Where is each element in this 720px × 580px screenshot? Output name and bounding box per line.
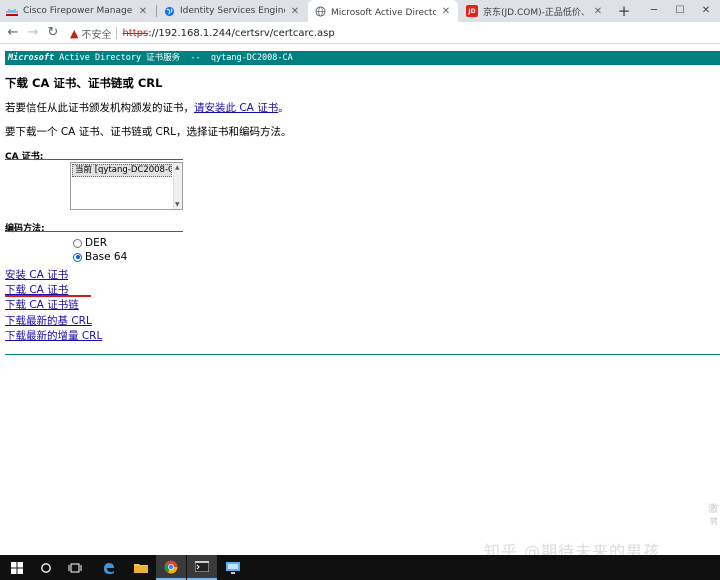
minimize-icon[interactable]: ─: [640, 0, 668, 22]
maximize-icon[interactable]: ☐: [666, 0, 694, 22]
trust-paragraph: 若要信任从此证书颁发机构颁发的证书，请安装此 CA 证书。: [5, 100, 289, 115]
address-bar[interactable]: ▲ 不安全 https ://192.168.1.244/certsrv/cer…: [70, 24, 715, 42]
address-divider: [116, 27, 118, 39]
install-ca-cert-link[interactable]: 请安装此 CA 证书: [194, 102, 278, 114]
close-icon[interactable]: ✕: [440, 6, 452, 17]
tab-jd[interactable]: JD 京东(JD.COM)-正品低价、品质 ✕: [460, 0, 610, 22]
encoding-label: 编码方法:: [5, 224, 45, 234]
globe-icon: [163, 5, 175, 17]
close-icon[interactable]: ✕: [592, 6, 604, 17]
close-icon[interactable]: ✕: [289, 6, 301, 17]
download-ca-chain-link[interactable]: 下载 CA 证书链: [5, 297, 79, 312]
ca-cert-listbox[interactable]: 当前 [qytang-DC2008-CA] ▲ ▼: [70, 162, 183, 210]
new-tab-button[interactable]: +: [614, 1, 634, 21]
globe-icon: [314, 5, 326, 17]
edge-browser-icon[interactable]: [94, 555, 124, 580]
section-divider: [5, 159, 183, 160]
instructions-text: 要下载一个 CA 证书、证书链或 CRL，选择证书和编码方法。: [5, 126, 292, 138]
footer-divider: [5, 354, 720, 355]
radio-button[interactable]: [73, 238, 82, 248]
window-close-icon[interactable]: ✕: [692, 0, 720, 22]
url-path: ://192.168.1.244/certsrv/certcarc.asp: [148, 27, 335, 39]
chrome-icon[interactable]: [156, 555, 186, 580]
windows-start-icon[interactable]: [2, 555, 32, 580]
page-title: 下载 CA 证书、证书链或 CRL: [5, 76, 163, 90]
download-delta-crl-link[interactable]: 下载最新的增量 CRL: [5, 328, 102, 343]
tab-cisco-firepower[interactable]: Cisco Firepower Management ✕: [0, 0, 155, 22]
tab-title: Identity Services Engine: [180, 6, 285, 16]
edge-watermark: 激: [708, 504, 718, 515]
forward-icon[interactable]: →: [23, 22, 43, 44]
task-view-icon[interactable]: [60, 555, 90, 580]
tab-bar: Cisco Firepower Management ✕ Identity Se…: [0, 0, 720, 22]
cisco-icon: [6, 5, 18, 17]
install-ca-cert-link[interactable]: 安装 CA 证书: [5, 267, 68, 282]
section-divider: [5, 231, 183, 232]
banner-brand: Microsoft: [8, 53, 55, 63]
reload-icon[interactable]: ↻: [43, 22, 63, 44]
edge-watermark: 转: [710, 517, 718, 526]
tab-title: Microsoft Active Directory 证书: [331, 7, 436, 18]
scroll-down-icon[interactable]: ▼: [175, 201, 180, 208]
service-banner: Microsoft Active Directory 证书服务 -- qytan…: [5, 51, 720, 65]
tab-title: Cisco Firepower Management: [23, 6, 133, 16]
page-content: Microsoft Active Directory 证书服务 -- qytan…: [0, 45, 720, 561]
listbox-scrollbar[interactable]: ▲ ▼: [173, 163, 182, 209]
radio-base64[interactable]: Base 64: [73, 251, 127, 263]
radio-label: DER: [85, 237, 108, 249]
windows-taskbar: [0, 555, 720, 580]
terminal-icon[interactable]: [187, 555, 217, 580]
trust-text: 若要信任从此证书颁发机构颁发的证书，: [5, 102, 194, 114]
remote-desktop-icon[interactable]: [218, 555, 248, 580]
back-icon[interactable]: ←: [3, 22, 23, 44]
radio-label: Base 64: [85, 251, 128, 263]
warning-icon: ▲: [70, 26, 79, 40]
tab-active-directory[interactable]: Microsoft Active Directory 证书 ✕: [308, 0, 458, 22]
ca-cert-option[interactable]: 当前 [qytang-DC2008-CA]: [72, 164, 172, 177]
insecure-label: 不安全: [81, 29, 112, 41]
radio-der[interactable]: DER: [73, 237, 107, 249]
tab-identity-services[interactable]: Identity Services Engine ✕: [157, 0, 307, 22]
file-explorer-icon[interactable]: [126, 555, 156, 580]
radio-button[interactable]: [73, 252, 82, 262]
jd-icon: JD: [466, 5, 478, 17]
url-scheme: https: [122, 27, 149, 39]
ca-cert-label: CA 证书:: [5, 152, 44, 162]
trust-end: 。: [278, 102, 289, 114]
close-icon[interactable]: ✕: [137, 6, 149, 17]
banner-text: Active Directory 证书服务 -- qytang-DC2008-C…: [54, 53, 293, 63]
browser-toolbar: ← → ↻ ▲ 不安全 https ://192.168.1.244/certs…: [0, 22, 720, 44]
scroll-up-icon[interactable]: ▲: [175, 164, 180, 171]
search-icon[interactable]: [31, 555, 61, 580]
download-base-crl-link[interactable]: 下载最新的基 CRL: [5, 313, 92, 328]
tab-title: 京东(JD.COM)-正品低价、品质: [483, 7, 588, 18]
